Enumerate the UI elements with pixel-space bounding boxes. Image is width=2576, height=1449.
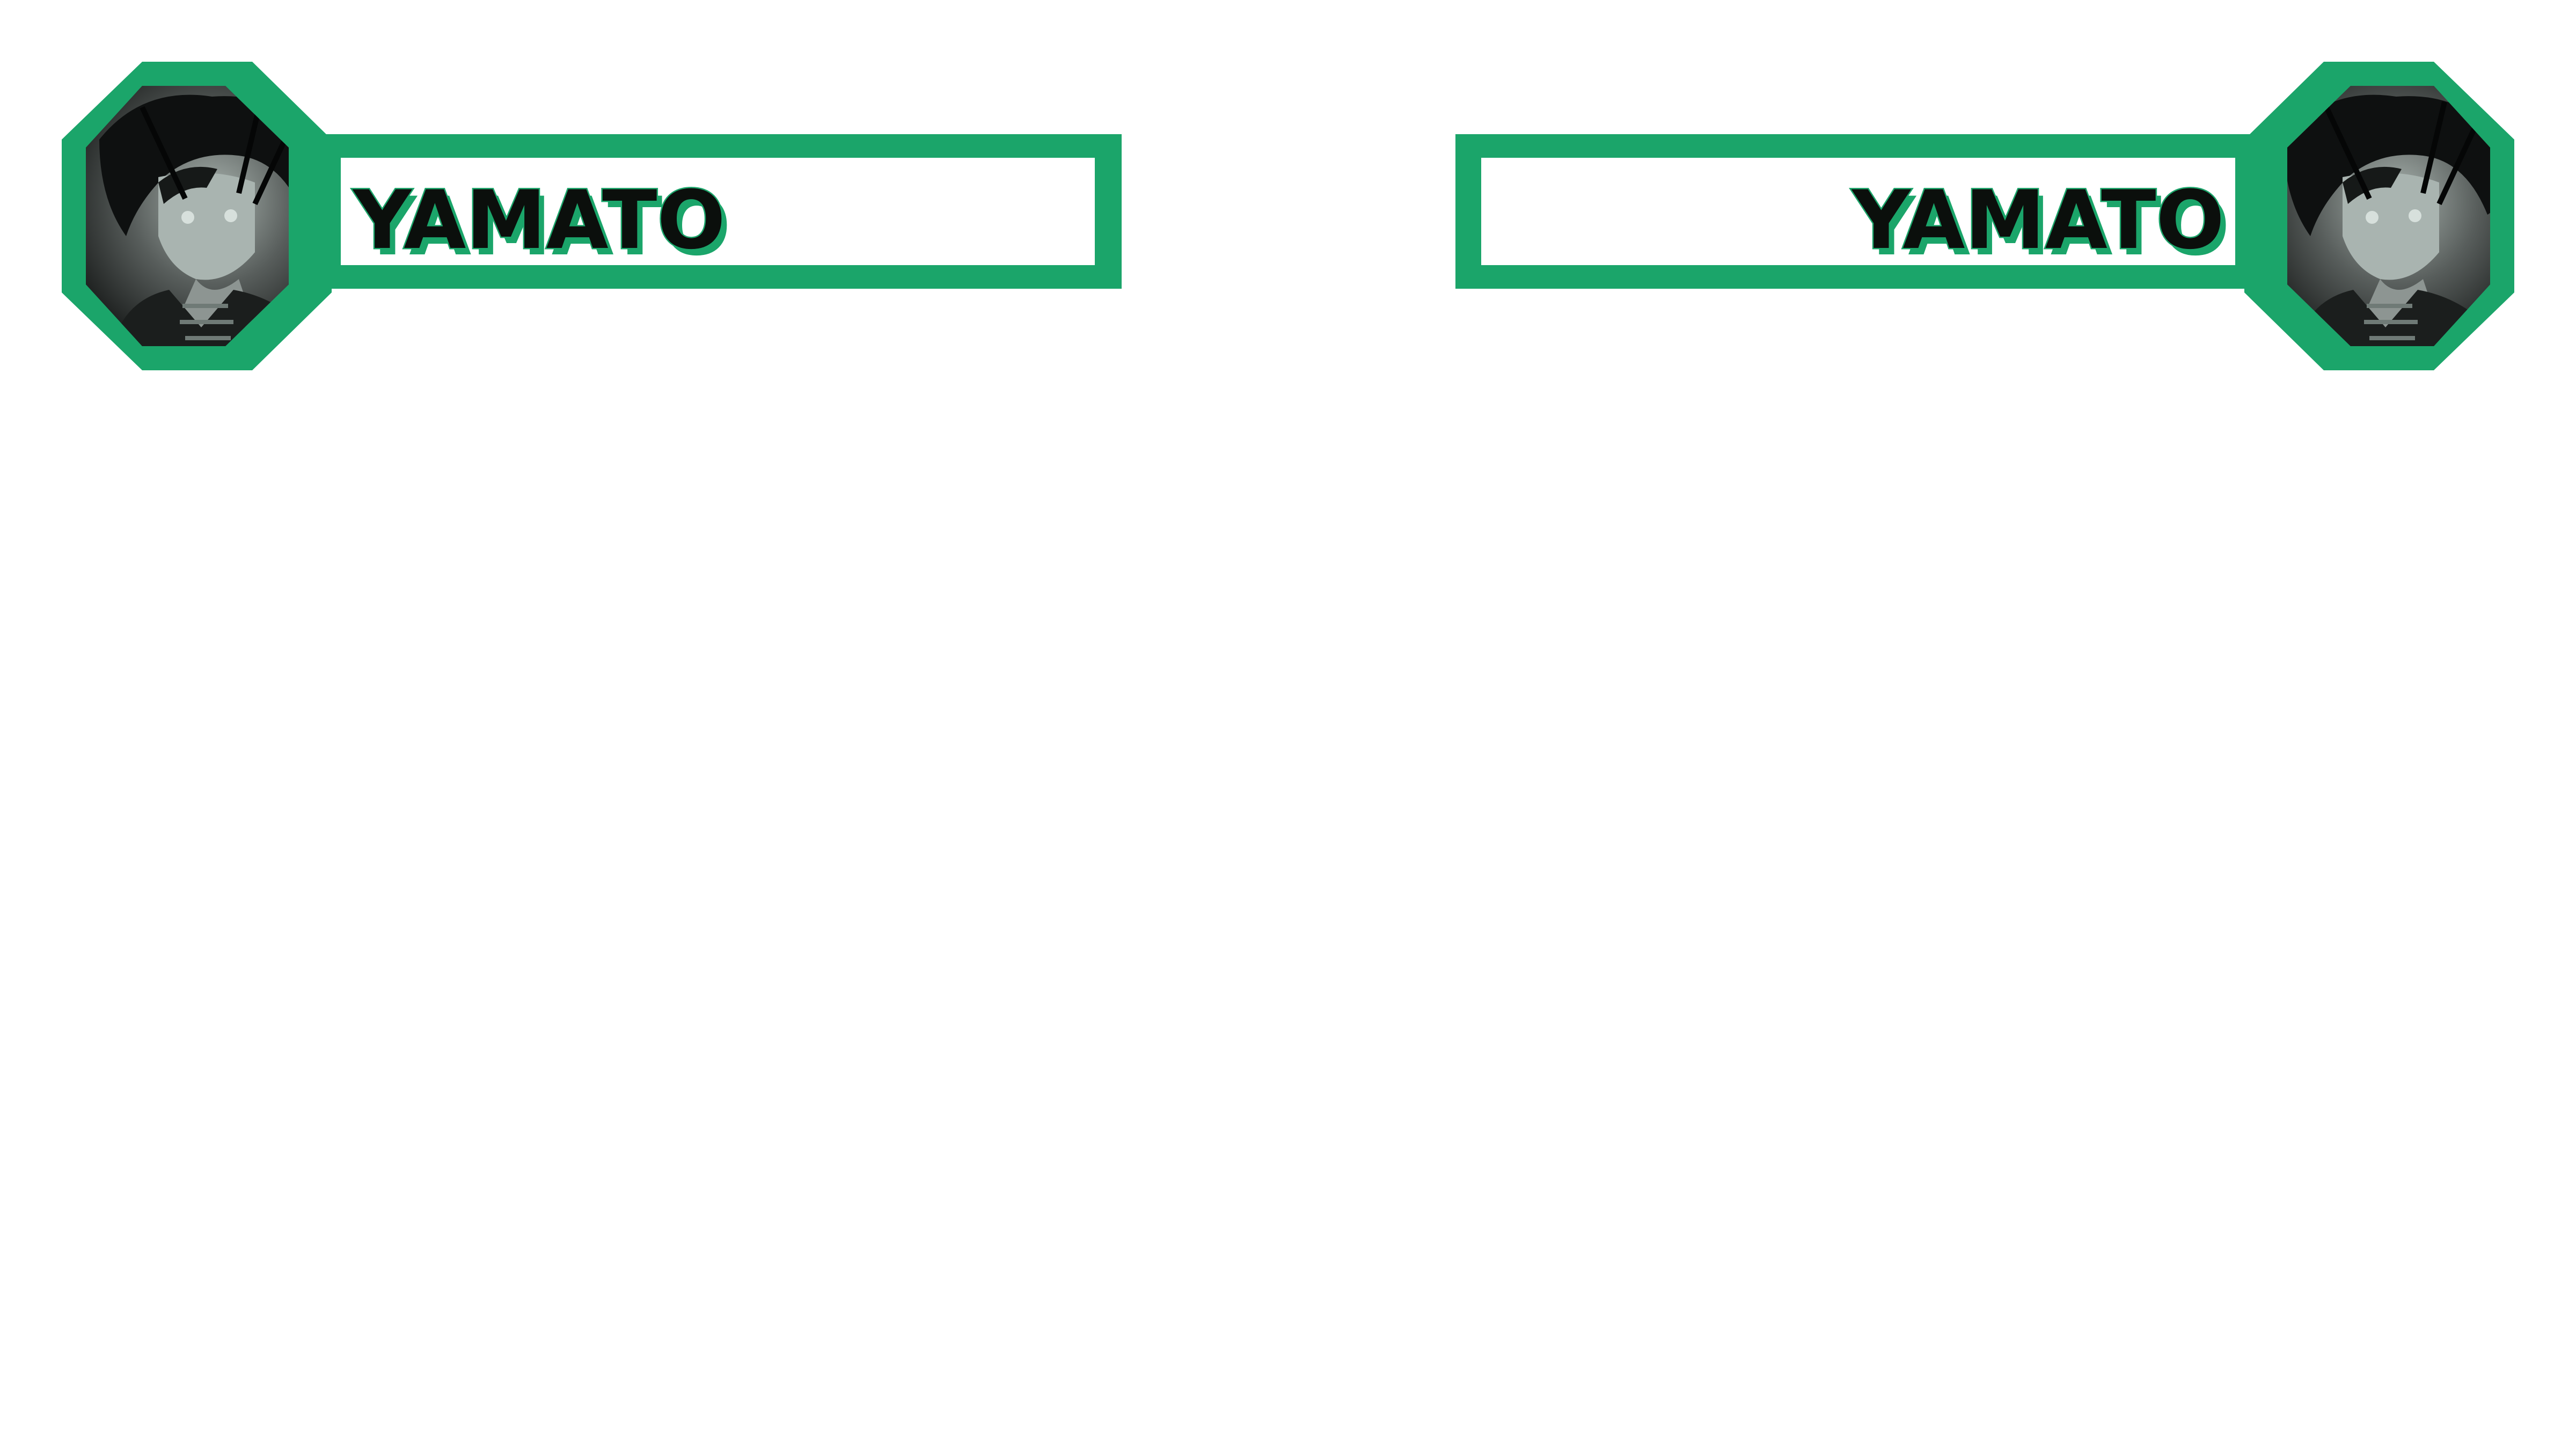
player-name-right: YAMATO (1851, 174, 2224, 267)
player-name-left: YAMATO (352, 174, 726, 267)
player-right-panel: YAMATO YAMATO (1455, 62, 2514, 370)
game-hud: YAMATO YAMATO YAMATO YAMATO (0, 0, 2576, 386)
player-left-panel: YAMATO YAMATO (62, 62, 1122, 370)
hud-canvas: YAMATO YAMATO YAMATO YAMATO (62, 62, 2514, 370)
